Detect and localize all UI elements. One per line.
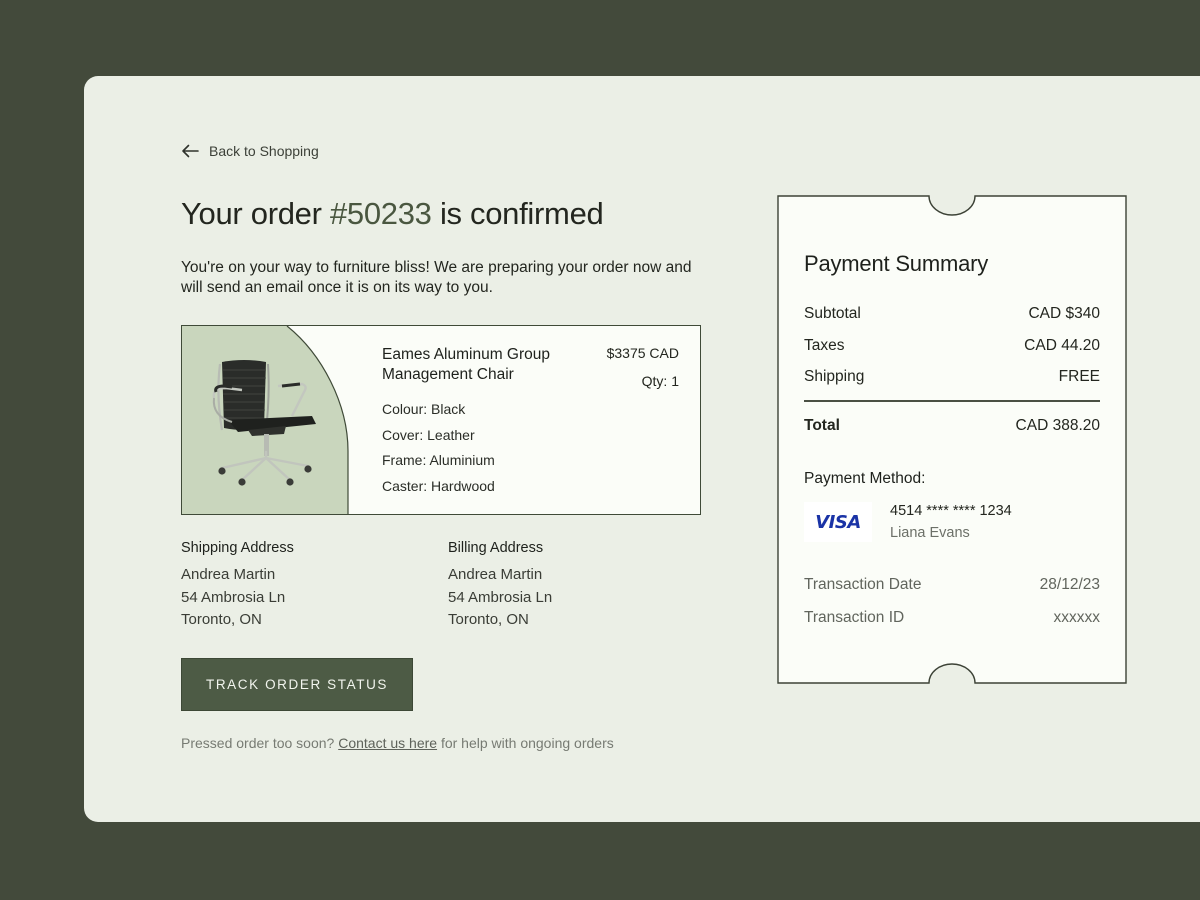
taxes-label: Taxes (804, 337, 845, 354)
order-number: #50233 (329, 196, 432, 231)
title-suffix: is confirmed (439, 196, 604, 231)
back-to-shopping-link[interactable]: Back to Shopping (181, 143, 319, 159)
order-intro-text: You're on your way to furniture bliss! W… (181, 259, 692, 296)
help-prefix: Pressed order too soon? (181, 735, 335, 751)
attribute-caster: Caster: Hardwood (382, 477, 495, 494)
subtotal-label: Subtotal (804, 305, 861, 322)
payment-summary-ticket: Payment Summary Subtotal CAD $340 Taxes … (777, 195, 1127, 684)
shipping-address-heading: Shipping Address (181, 540, 294, 556)
product-attributes: Colour: Black Cover: Leather Frame: Alum… (382, 401, 495, 503)
summary-divider (804, 400, 1100, 402)
card-holder-name: Liana Evans (890, 525, 970, 541)
product-card: Eames Aluminum Group Management Chair $3… (181, 325, 701, 515)
transaction-date-row: Transaction Date 28/12/23 (804, 576, 1100, 594)
transaction-id-row: Transaction ID xxxxxx (804, 609, 1100, 627)
summary-row-shipping: Shipping FREE (804, 368, 1100, 386)
payment-method-label: Payment Method: (804, 470, 926, 487)
total-label: Total (804, 417, 840, 434)
transaction-date-value: 28/12/23 (1039, 576, 1100, 593)
attribute-cover: Cover: Leather (382, 426, 475, 443)
transaction-date-label: Transaction Date (804, 576, 922, 593)
billing-street: 54 Ambrosia Ln (448, 588, 553, 606)
billing-city: Toronto, ON (448, 611, 529, 628)
back-link-label: Back to Shopping (209, 143, 319, 159)
shipping-name: Andrea Martin (181, 566, 276, 583)
page-title: Your order #50233 is confirmed (181, 196, 604, 232)
shipping-address: Shipping Address Andrea Martin 54 Ambros… (181, 540, 401, 632)
office-chair-image (212, 360, 316, 486)
order-confirmation-card: Back to Shopping Your order #50233 is co… (84, 76, 1200, 822)
help-suffix: for help with ongoing orders (440, 735, 614, 751)
total-value: CAD 388.20 (1015, 417, 1100, 434)
help-text: Pressed order too soon? Contact us here … (181, 735, 614, 751)
summary-row-subtotal: Subtotal CAD $340 (804, 305, 1100, 323)
title-prefix: Your order (181, 196, 322, 231)
attribute-frame: Frame: Aluminium (382, 452, 495, 469)
shipping-label: Shipping (804, 368, 865, 385)
visa-logo-icon: VISA (804, 502, 872, 542)
billing-address-heading: Billing Address (448, 540, 544, 556)
shipping-street: 54 Ambrosia Ln (181, 588, 286, 606)
taxes-value: CAD 44.20 (1024, 337, 1100, 354)
billing-name: Andrea Martin (448, 566, 543, 583)
product-price: $3375 CAD (606, 345, 679, 361)
product-quantity: Qty: 1 (641, 373, 679, 389)
transaction-id-label: Transaction ID (804, 609, 905, 626)
billing-address: Billing Address Andrea Martin 54 Ambrosi… (448, 540, 668, 632)
shipping-value: FREE (1058, 368, 1100, 385)
arrow-left-icon (182, 144, 199, 158)
transaction-id-value: xxxxxx (1053, 609, 1101, 626)
subtotal-value: CAD $340 (1028, 305, 1100, 322)
summary-row-taxes: Taxes CAD 44.20 (804, 337, 1100, 355)
summary-row-total: Total CAD 388.20 (804, 417, 1100, 435)
product-name: Eames Aluminum Group Management Chair (382, 346, 550, 383)
shipping-city: Toronto, ON (181, 611, 262, 628)
contact-us-link[interactable]: Contact us here (338, 735, 437, 751)
payment-summary-title: Payment Summary (804, 251, 989, 276)
track-order-status-button[interactable]: TRACK ORDER STATUS (181, 658, 413, 711)
card-number: 4514 **** **** 1234 (890, 503, 1012, 519)
attribute-colour: Colour: Black (382, 401, 466, 417)
